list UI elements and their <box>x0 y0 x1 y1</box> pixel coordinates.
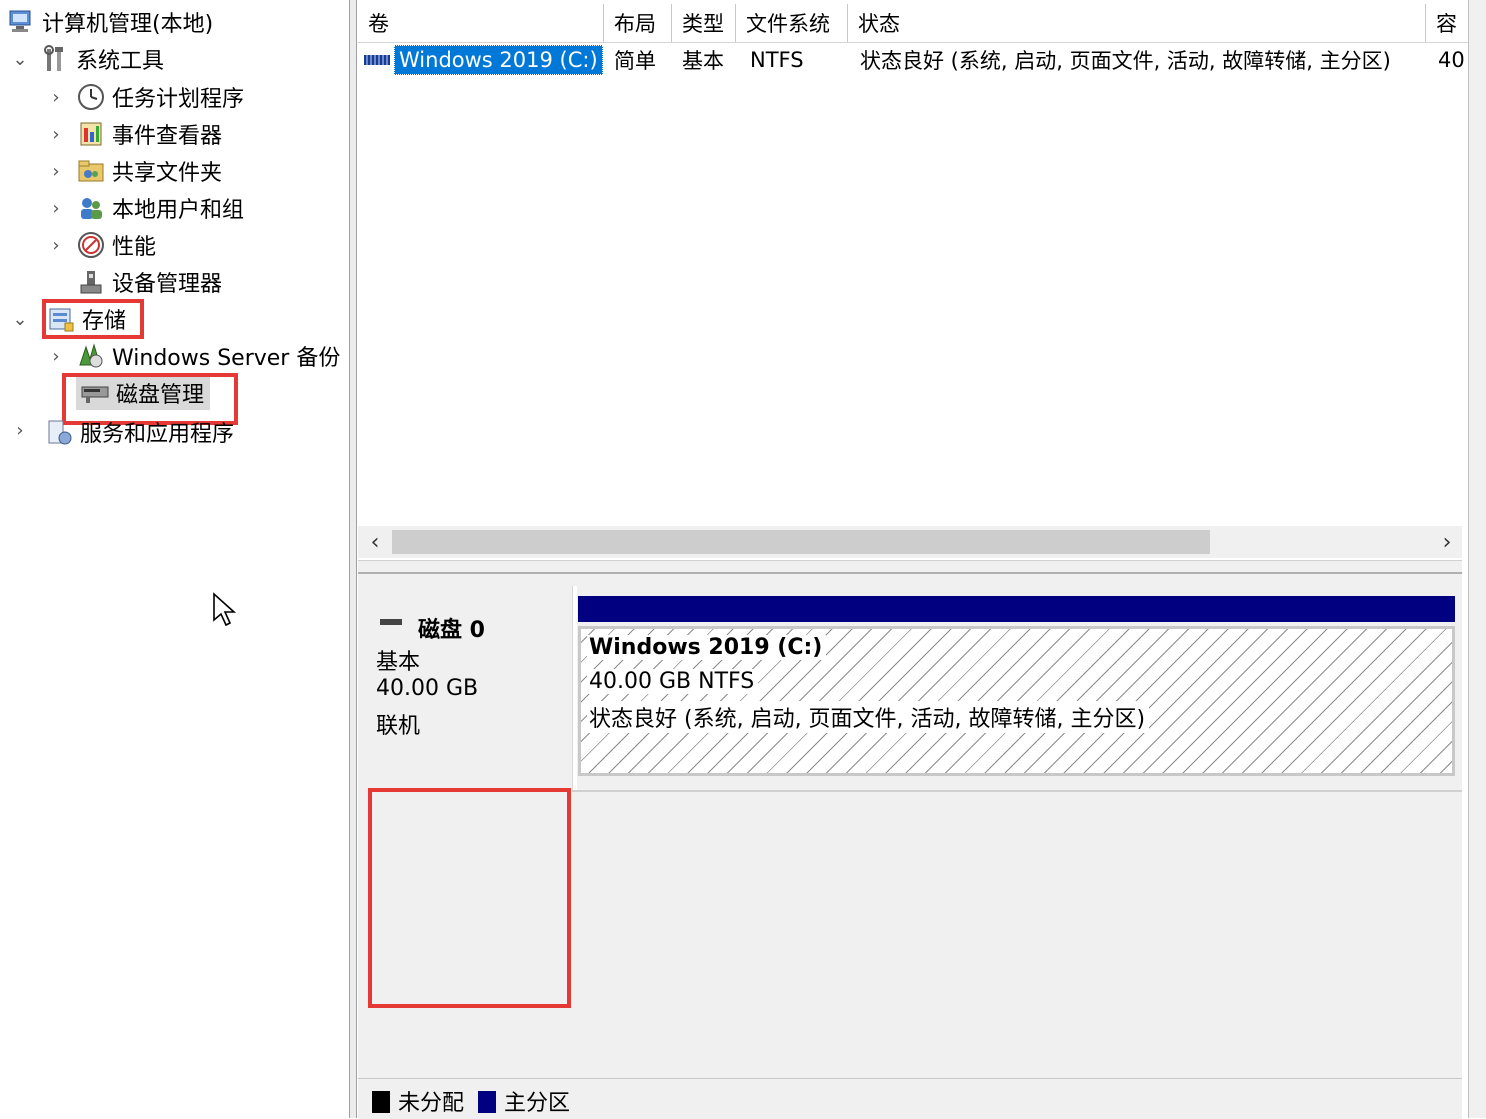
tree-item-local-users-groups[interactable]: 本地用户和组 <box>76 190 244 226</box>
tools-icon <box>40 44 70 74</box>
clock-icon <box>76 82 106 112</box>
console-tree: 计算机管理(本地) ⌄ 系统工具 › 任务计划程序 › 事件查看器 › 共享文件… <box>0 0 349 1118</box>
disk-type: 基本 <box>376 650 421 675</box>
legend-label-unallocated: 未分配 <box>398 1091 465 1116</box>
device-manager-icon <box>76 267 106 297</box>
column-header-capacity[interactable]: 容 <box>1426 4 1462 42</box>
volume-row-cell-volume[interactable]: Windows 2019 (C:) <box>364 44 604 76</box>
legend-swatch-primary <box>478 1091 496 1113</box>
tree-label: 服务和应用程序 <box>80 422 235 447</box>
row-separator <box>572 790 1462 792</box>
backup-icon <box>76 341 106 371</box>
disk-size: 40.00 GB <box>376 676 479 701</box>
scroll-right-arrow-icon[interactable]: › <box>1432 526 1462 558</box>
pane-splitter-horizontal[interactable] <box>358 560 1462 574</box>
volume-list-view: 卷 布局 类型 文件系统 状态 容 Windows 2019 (C:) 简单 基… <box>358 0 1468 528</box>
partition-size-fs: 40.00 GB NTFS <box>587 669 759 694</box>
highlight-box-empty-area <box>368 788 571 1008</box>
users-icon <box>76 193 106 223</box>
chevron-right-icon[interactable]: › <box>46 338 66 374</box>
legend-bar: 未分配 主分区 <box>358 1078 1462 1119</box>
disk-icon <box>380 619 402 625</box>
tree-item-services-apps[interactable]: 服务和应用程序 <box>44 414 234 450</box>
highlight-box-storage <box>42 299 144 339</box>
column-header-layout[interactable]: 布局 <box>604 4 672 42</box>
tree-item-event-viewer[interactable]: 事件查看器 <box>76 116 222 152</box>
tree-item-computer-management[interactable]: 计算机管理(本地) <box>6 4 213 40</box>
disk-state: 联机 <box>376 714 421 739</box>
services-icon <box>44 417 74 447</box>
scrollbar-thumb[interactable] <box>392 530 1210 554</box>
tree-label: 性能 <box>112 235 157 260</box>
partition-c[interactable]: Windows 2019 (C:) 40.00 GB NTFS 状态良好 (系统… <box>578 626 1455 776</box>
disk-divider <box>572 586 577 792</box>
event-viewer-icon <box>76 119 106 149</box>
tree-item-performance[interactable]: 性能 <box>76 227 156 263</box>
column-header-filesystem[interactable]: 文件系统 <box>736 4 848 42</box>
partition-title: Windows 2019 (C:) <box>587 635 827 660</box>
chevron-right-icon[interactable]: › <box>46 190 66 226</box>
legend-swatch-unallocated <box>372 1091 390 1113</box>
column-header-row: 卷 布局 类型 文件系统 状态 容 <box>358 4 1468 43</box>
performance-gauge-icon <box>76 230 106 260</box>
tree-label: 事件查看器 <box>112 124 223 149</box>
right-pane-edge <box>1468 0 1486 1118</box>
mouse-cursor-icon <box>213 592 237 627</box>
tree-item-system-tools[interactable]: 系统工具 <box>40 41 164 77</box>
volume-row-cell-layout: 简单 <box>614 49 656 73</box>
disk-info-panel[interactable]: 磁盘 0 基本 40.00 GB 联机 <box>360 586 572 792</box>
volume-row-cell-status: 状态良好 (系统, 启动, 页面文件, 活动, 故障转储, 主分区) <box>860 49 1391 73</box>
chevron-right-icon[interactable]: › <box>46 116 66 152</box>
disk-name: 磁盘 0 <box>418 618 485 643</box>
partition-status: 状态良好 (系统, 启动, 页面文件, 活动, 故障转储, 主分区) <box>587 701 1150 733</box>
shared-folder-icon <box>76 156 106 186</box>
tree-item-shared-folders[interactable]: 共享文件夹 <box>76 153 222 189</box>
tree-label: 共享文件夹 <box>112 161 223 186</box>
legend-label-primary: 主分区 <box>504 1091 571 1116</box>
tree-label: 本地用户和组 <box>112 198 245 223</box>
tree-item-device-manager[interactable]: 设备管理器 <box>76 264 222 300</box>
horizontal-scrollbar[interactable]: ‹ › <box>358 526 1462 558</box>
column-header-status[interactable]: 状态 <box>848 4 1426 42</box>
tree-label: Windows Server 备份 <box>112 346 341 371</box>
column-header-volume[interactable]: 卷 <box>358 4 604 42</box>
tree-label: 系统工具 <box>76 49 165 74</box>
volume-row-cell-filesystem: NTFS <box>750 48 804 72</box>
computer-management-icon <box>6 7 36 37</box>
chevron-right-icon[interactable]: › <box>46 153 66 189</box>
pane-splitter-vertical[interactable] <box>349 0 357 1118</box>
chevron-right-icon[interactable]: › <box>46 79 66 115</box>
primary-partition-bar <box>578 596 1455 622</box>
tree-item-windows-server-backup[interactable]: Windows Server 备份 <box>76 338 340 374</box>
chevron-right-icon[interactable]: › <box>46 227 66 263</box>
volume-row-cell-type: 基本 <box>682 49 724 73</box>
column-header-type[interactable]: 类型 <box>672 4 736 42</box>
tree-item-task-scheduler[interactable]: 任务计划程序 <box>76 79 244 115</box>
chevron-down-icon[interactable]: ⌄ <box>10 41 30 77</box>
volume-name: Windows 2019 (C:) <box>394 45 603 75</box>
volume-row-cell-capacity: 40 <box>1438 48 1465 72</box>
scroll-left-arrow-icon[interactable]: ‹ <box>360 526 390 558</box>
tree-label: 计算机管理(本地) <box>42 12 214 37</box>
chevron-right-icon[interactable]: › <box>10 412 30 448</box>
tree-label: 设备管理器 <box>112 272 223 297</box>
chevron-down-icon[interactable]: ⌄ <box>10 301 30 337</box>
disk-graphical-view: 磁盘 0 基本 40.00 GB 联机 Windows 2019 (C:) 40… <box>358 574 1462 1119</box>
volume-icon <box>364 55 390 65</box>
tree-label: 任务计划程序 <box>112 87 245 112</box>
